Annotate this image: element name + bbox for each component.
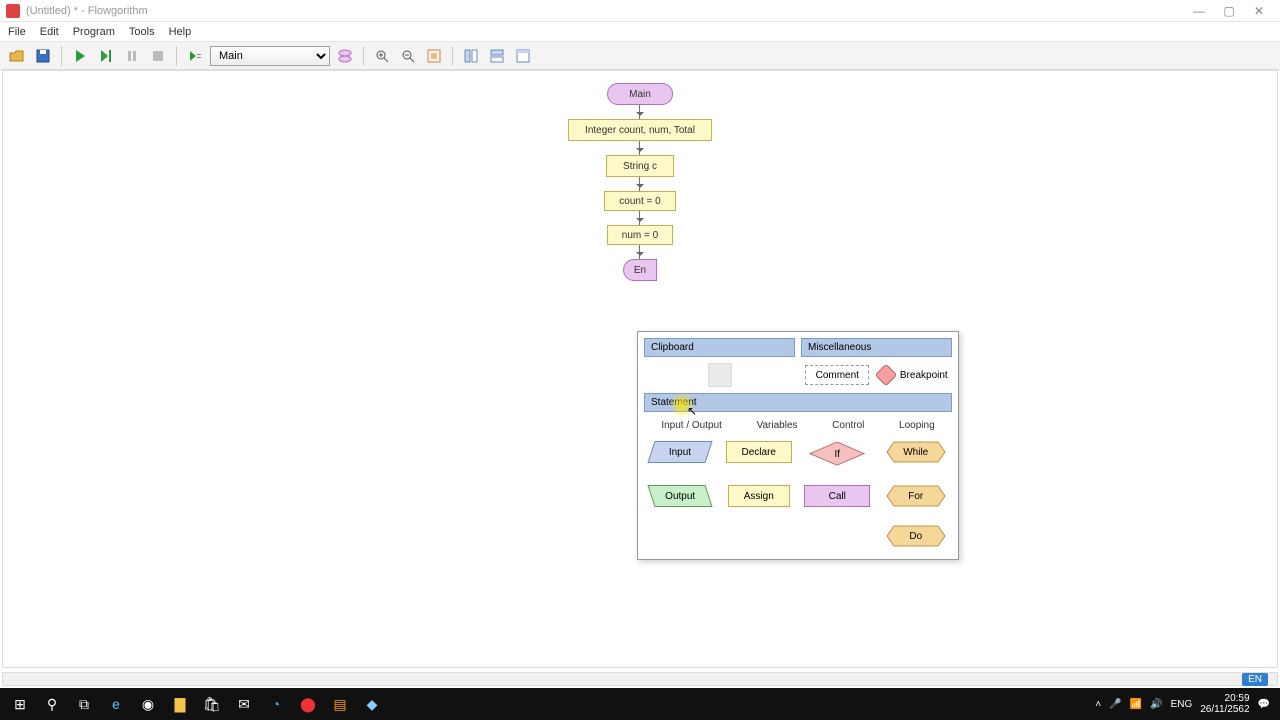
tray-volume-icon[interactable]: 🔊 [1150, 699, 1162, 710]
step-icon[interactable] [95, 45, 117, 67]
cat-ctrl: Control [832, 420, 864, 431]
pause-icon[interactable] [121, 45, 143, 67]
taskview-icon[interactable]: ⧉ [68, 690, 100, 718]
tray-wifi-icon[interactable]: 📶 [1130, 699, 1142, 710]
flowgorithm-taskbar-icon[interactable]: ◆ [356, 690, 388, 718]
stop-icon[interactable] [147, 45, 169, 67]
chrome-icon[interactable]: ◉ [132, 690, 164, 718]
flow-arrow [639, 245, 640, 259]
shape-for[interactable]: For [886, 485, 946, 507]
statement-header: Statement ↖ [644, 393, 952, 412]
shape-call[interactable]: Call [808, 485, 866, 507]
menu-help[interactable]: Help [169, 26, 192, 38]
zoom-fit-icon[interactable] [423, 45, 445, 67]
shape-assign[interactable]: Assign [728, 485, 790, 507]
title-bar: (Untitled) * - Flowgorithm — ▢ ✕ [0, 0, 1280, 22]
zoom-out-icon[interactable] [397, 45, 419, 67]
insert-shape-popup: Clipboard Miscellaneous Comment Breakpoi… [637, 331, 959, 560]
node-main[interactable]: Main [607, 83, 673, 105]
menu-file[interactable]: File [8, 26, 26, 38]
tray-lang[interactable]: ENG [1171, 699, 1193, 710]
shape-while[interactable]: While [886, 441, 946, 463]
tray-mic-icon[interactable]: 🎤 [1109, 699, 1121, 710]
ime-badge[interactable]: EN [1242, 673, 1268, 686]
menu-program[interactable]: Program [73, 26, 115, 38]
flowchart: Main Integer count, num, Total String c … [572, 83, 708, 281]
speed-icon[interactable] [184, 45, 206, 67]
explorer-icon[interactable]: ▇ [164, 690, 196, 718]
run-icon[interactable] [69, 45, 91, 67]
node-declare-2[interactable]: String c [610, 155, 670, 177]
zoom-in-icon[interactable] [371, 45, 393, 67]
cat-vars: Variables [757, 420, 798, 431]
windows-taskbar: ⊞ ⚲ ⧉ e ◉ ▇ 🛍 ✉ ◔ ⬤ ▤ ◆ ˄ 🎤 📶 🔊 ENG 20:5… [0, 688, 1280, 720]
edge-icon[interactable]: e [100, 690, 132, 718]
menu-bar: File Edit Program Tools Help [0, 22, 1280, 42]
menu-edit[interactable]: Edit [40, 26, 59, 38]
maximize-button[interactable]: ▢ [1214, 4, 1244, 18]
tray-clock[interactable]: 20:59 26/11/2562 [1200, 693, 1249, 715]
node-assign-1[interactable]: count = 0 [604, 191, 675, 211]
node-declare-1[interactable]: Integer count, num, Total [572, 119, 708, 141]
breakpoint-label: Breakpoint [900, 370, 948, 381]
window-title: (Untitled) * - Flowgorithm [26, 5, 1184, 17]
close-button[interactable]: ✕ [1244, 4, 1274, 18]
shape-input[interactable]: Input [648, 441, 713, 463]
minimize-button[interactable]: — [1184, 4, 1214, 18]
layout3-icon[interactable] [512, 45, 534, 67]
cat-io: Input / Output [661, 420, 722, 431]
layout2-icon[interactable] [486, 45, 508, 67]
tray-chevron-icon[interactable]: ˄ [1095, 699, 1101, 710]
save-icon[interactable] [32, 45, 54, 67]
app-icon-1[interactable]: ◔ [260, 690, 292, 718]
search-icon[interactable]: ⚲ [36, 690, 68, 718]
record-icon[interactable]: ⬤ [292, 690, 324, 718]
flow-arrow [639, 141, 640, 155]
tray-notifications-icon[interactable]: 💬 [1258, 699, 1270, 710]
app-icon [6, 4, 20, 18]
open-icon[interactable] [6, 45, 28, 67]
paste-icon[interactable] [708, 363, 732, 387]
shape-do[interactable]: Do [886, 525, 946, 547]
node-assign-2[interactable]: num = 0 [607, 225, 673, 245]
flowchart-canvas[interactable]: Main Integer count, num, Total String c … [2, 70, 1278, 668]
add-func-icon[interactable] [334, 45, 356, 67]
start-button[interactable]: ⊞ [4, 690, 36, 718]
function-select[interactable]: Main [210, 46, 330, 66]
comment-shape[interactable]: Comment [805, 365, 869, 385]
horizontal-scrollbar[interactable] [2, 672, 1278, 686]
system-tray: ˄ 🎤 📶 🔊 ENG 20:59 26/11/2562 💬 [1095, 693, 1276, 715]
shape-if[interactable]: If [808, 441, 866, 467]
flow-arrow [639, 177, 640, 191]
toolbar: Main [0, 42, 1280, 70]
app-icon-2[interactable]: ▤ [324, 690, 356, 718]
cat-loop: Looping [899, 420, 935, 431]
mail-icon[interactable]: ✉ [228, 690, 260, 718]
node-end-partial[interactable]: En [623, 259, 657, 281]
store-icon[interactable]: 🛍 [196, 690, 228, 718]
menu-tools[interactable]: Tools [129, 26, 155, 38]
layout1-icon[interactable] [460, 45, 482, 67]
breakpoint-icon[interactable] [875, 364, 898, 387]
shape-output[interactable]: Output [648, 485, 713, 507]
misc-header: Miscellaneous [801, 338, 952, 357]
flow-arrow [639, 105, 640, 119]
shape-declare[interactable]: Declare [730, 441, 788, 463]
clipboard-header: Clipboard [644, 338, 795, 357]
flow-arrow [639, 211, 640, 225]
